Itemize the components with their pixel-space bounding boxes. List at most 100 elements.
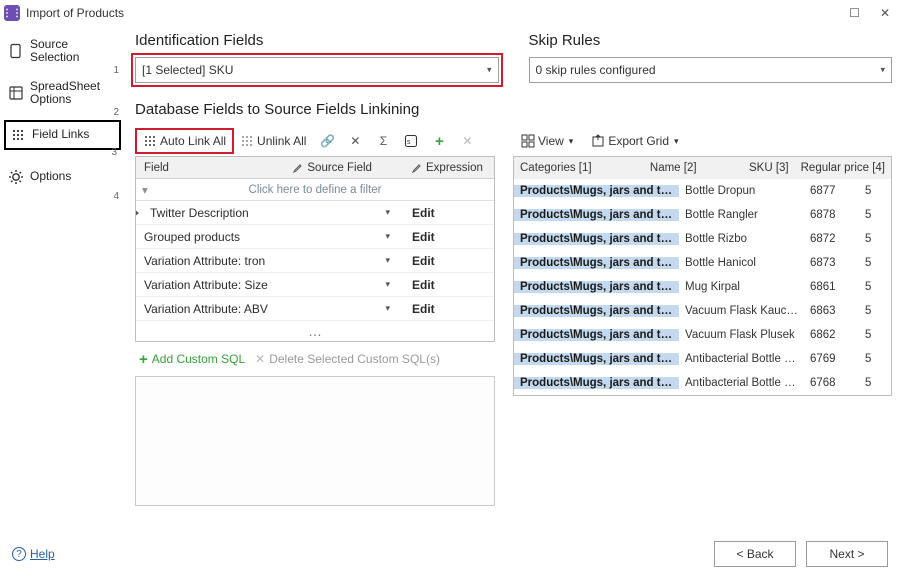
linking-section-title: Database Fields to Source Fields Linkini… <box>135 101 892 118</box>
skip-rules-dropdown[interactable]: 0 skip rules configured ▾ <box>529 57 893 83</box>
data-row[interactable]: Products\Mugs, jars and thermosAntibacte… <box>514 371 891 395</box>
sidebar-item-source-selection[interactable]: Source Selection 1 <box>4 36 121 66</box>
chevron-down-icon: ▾ <box>569 136 574 147</box>
data-row[interactable]: Products\Mugs, jars and thermosBottle Ha… <box>514 251 891 275</box>
expression-edit-cell[interactable]: Edit <box>404 302 494 316</box>
expression-edit-cell[interactable]: Edit <box>404 278 494 292</box>
data-row[interactable]: Products\Mugs, jars and thermosVacuum Fl… <box>514 323 891 347</box>
add-custom-sql-button[interactable]: +Add Custom SQL <box>139 351 245 368</box>
chevron-down-icon: ▾ <box>385 303 390 314</box>
chevron-down-icon: ▾ <box>385 279 390 290</box>
export-grid-button[interactable]: Export Grid▾ <box>587 132 682 150</box>
chevron-down-icon: ▾ <box>674 136 679 147</box>
delete-custom-sql-button[interactable]: ✕Delete Selected Custom SQL(s) <box>255 352 440 366</box>
col-header-source[interactable]: Source Field <box>285 157 404 178</box>
remove-button[interactable]: ✕ <box>456 132 478 150</box>
data-row[interactable]: Products\Mugs, jars and thermosMug Kirpa… <box>514 275 891 299</box>
col-header-expression[interactable]: Expression <box>404 157 494 178</box>
expression-edit-cell[interactable]: Edit <box>404 230 494 244</box>
sidebar-item-label: Options <box>30 170 117 183</box>
next-button[interactable]: Next > <box>806 541 888 567</box>
unlink-single-button[interactable]: ✕ <box>344 132 366 150</box>
field-row[interactable]: Twitter Description▾Edit <box>136 201 494 225</box>
name-cell: Vacuum Flask Plusek <box>679 329 804 341</box>
categories-cell: Products\Mugs, jars and thermos <box>514 209 679 221</box>
categories-cell: Products\Mugs, jars and thermos <box>514 329 679 341</box>
source-field-cell[interactable]: ▾ <box>285 231 404 242</box>
add-button[interactable]: + <box>428 132 450 150</box>
view-menu-button[interactable]: View▾ <box>517 132 577 150</box>
plus-icon: + <box>432 134 446 148</box>
unlink-all-label: Unlink All <box>257 134 306 148</box>
field-row[interactable]: Variation Attribute: tron▾Edit <box>136 249 494 273</box>
categories-cell: Products\Mugs, jars and thermos <box>514 233 679 245</box>
content-area: Identification Fields [1 Selected] SKU ▾… <box>125 26 900 534</box>
field-cell: Twitter Description <box>136 206 288 220</box>
source-field-cell[interactable]: ▾ <box>285 279 404 290</box>
filter-hint: Click here to define a filter <box>249 184 382 196</box>
sum-button[interactable]: Σ <box>372 132 394 150</box>
expression-edit-cell[interactable]: Edit <box>404 206 494 220</box>
app-icon: ⋮⋮ <box>4 5 20 21</box>
data-row[interactable]: Products\Mugs, jars and thermosAntibacte… <box>514 347 891 371</box>
sidebar-item-label: Field Links <box>32 128 115 141</box>
link-toolbar: Auto Link All Unlink All 🔗 ✕ Σ s + ✕ <box>135 126 495 156</box>
source-field-cell[interactable]: ▾ <box>285 303 404 314</box>
back-button[interactable]: < Back <box>714 541 796 567</box>
field-row[interactable]: Variation Attribute: Size▾Edit <box>136 273 494 297</box>
grid-dots-icon <box>143 134 157 148</box>
identification-fields-title: Identification Fields <box>135 32 499 49</box>
col-header-categories[interactable]: Categories [1] <box>514 157 644 179</box>
sku-cell: 6769 <box>804 353 859 365</box>
document-icon <box>8 43 24 59</box>
sku-cell: 6873 <box>804 257 859 269</box>
window-close-button[interactable]: ✕ <box>880 6 890 20</box>
preview-toolbar: View▾ Export Grid▾ <box>513 126 892 156</box>
sidebar-item-options[interactable]: Options 4 <box>4 162 121 192</box>
preview-grid: Categories [1] Name [2] SKU [3] Regular … <box>513 156 892 396</box>
col-header-sku[interactable]: SKU [3] <box>743 157 795 179</box>
categories-cell: Products\Mugs, jars and thermos <box>514 305 679 317</box>
expression-edit-cell[interactable]: Edit <box>404 254 494 268</box>
wizard-sidebar: Source Selection 1 SpreadSheet Options 2… <box>0 26 125 534</box>
identification-fields-dropdown[interactable]: [1 Selected] SKU ▾ <box>135 57 499 83</box>
data-row[interactable]: Products\Mugs, jars and thermosBottle Dr… <box>514 179 891 203</box>
categories-cell: Products\Mugs, jars and thermos <box>514 281 679 293</box>
data-row[interactable]: Products\Mugs, jars and thermosVacuum Fl… <box>514 299 891 323</box>
sidebar-item-spreadsheet-options[interactable]: SpreadSheet Options 2 <box>4 78 121 108</box>
field-row[interactable]: Variation Attribute: ABV▾Edit <box>136 297 494 321</box>
sql-button[interactable]: s <box>400 132 422 150</box>
col-header-name[interactable]: Name [2] <box>644 157 743 179</box>
chevron-down-icon: ▾ <box>385 231 390 242</box>
price-cell: 5 <box>859 257 891 269</box>
spreadsheet-icon <box>8 85 24 101</box>
sidebar-item-field-links[interactable]: Field Links 3 <box>4 120 121 150</box>
link-single-button[interactable]: 🔗 <box>316 132 338 150</box>
grid-dots-muted-icon <box>240 134 254 148</box>
unlink-all-button[interactable]: Unlink All <box>236 132 310 150</box>
price-cell: 5 <box>859 233 891 245</box>
categories-cell: Products\Mugs, jars and thermos <box>514 257 679 269</box>
sql-box-icon: s <box>404 134 418 148</box>
help-label: Help <box>30 547 55 561</box>
sigma-icon: Σ <box>376 134 390 148</box>
auto-link-all-button[interactable]: Auto Link All <box>139 132 230 150</box>
help-icon: ? <box>12 547 26 561</box>
price-cell: 5 <box>859 329 891 341</box>
source-field-cell[interactable]: ▾ <box>288 207 404 218</box>
identification-fields-value: [1 Selected] SKU <box>142 63 233 77</box>
link-grid-icon <box>10 127 26 143</box>
window-maximize-button[interactable]: ☐ <box>849 6 860 20</box>
custom-sql-area[interactable] <box>135 376 495 506</box>
price-cell: 5 <box>859 353 891 365</box>
data-row[interactable]: Products\Mugs, jars and thermosBottle Ra… <box>514 203 891 227</box>
sku-cell: 6863 <box>804 305 859 317</box>
filter-row[interactable]: ▾ Click here to define a filter <box>136 179 494 201</box>
field-row[interactable]: Grouped products▾Edit <box>136 225 494 249</box>
help-link[interactable]: ? Help <box>12 547 55 561</box>
source-field-cell[interactable]: ▾ <box>285 255 404 266</box>
data-row[interactable]: Products\Mugs, jars and thermosBottle Ri… <box>514 227 891 251</box>
link-x-icon: ✕ <box>348 134 362 148</box>
col-header-field[interactable]: Field <box>136 157 285 178</box>
col-header-price[interactable]: Regular price [4] <box>795 157 891 179</box>
